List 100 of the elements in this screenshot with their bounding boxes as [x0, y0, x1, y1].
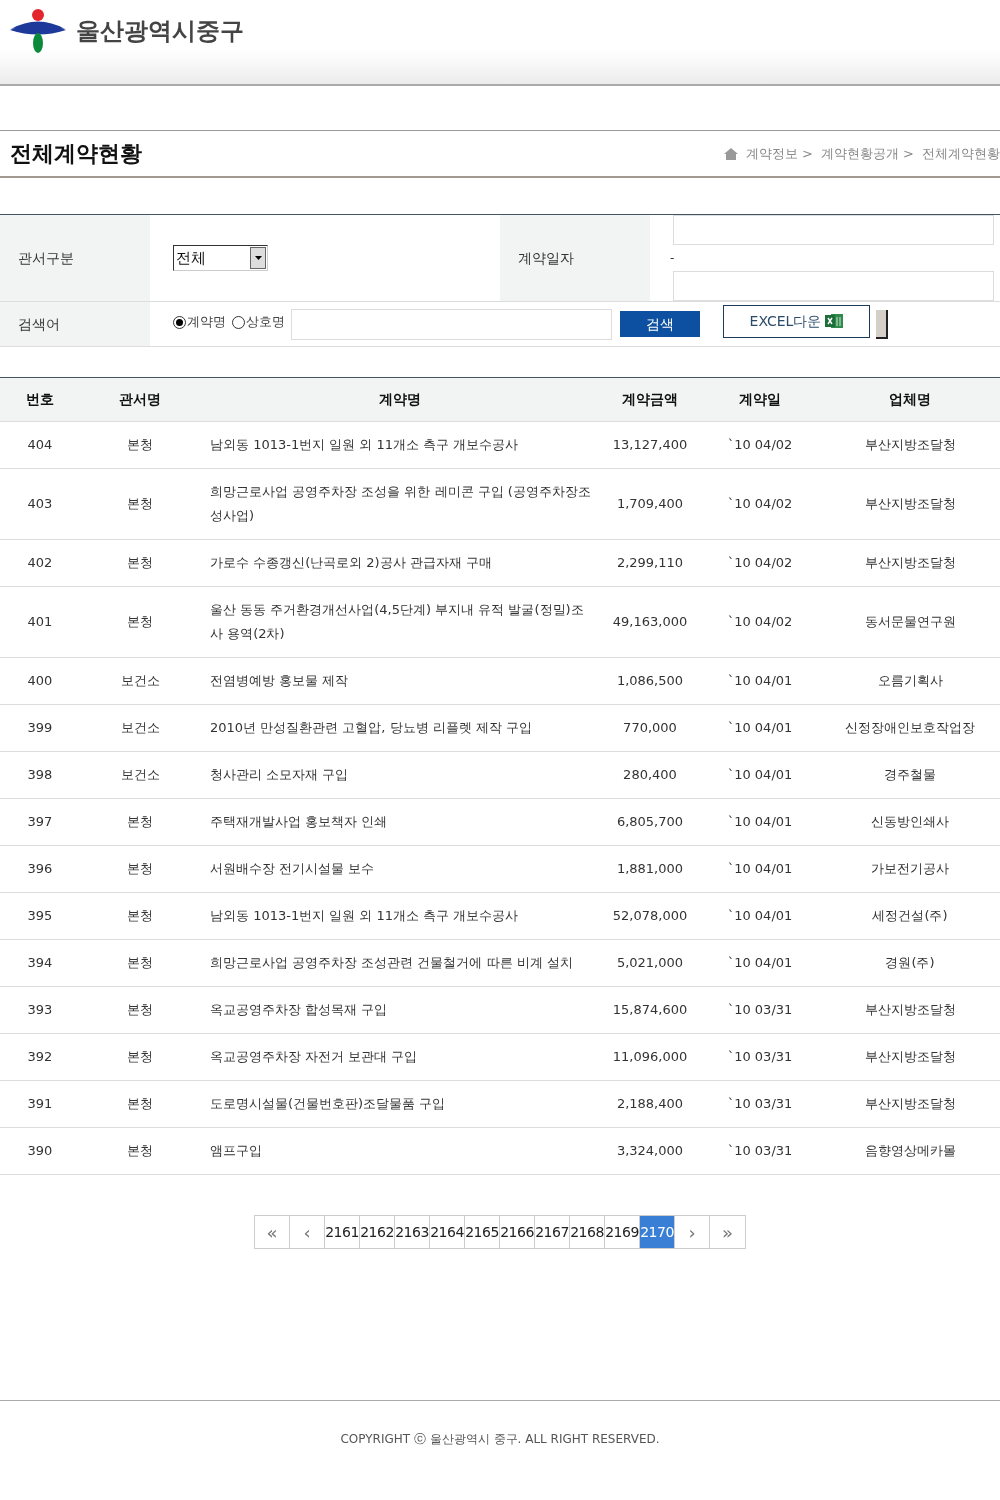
last-page-button[interactable]: »	[710, 1216, 745, 1248]
page-button[interactable]: 2170	[640, 1216, 675, 1248]
end-date-field[interactable]	[673, 271, 994, 301]
table-cell-text: 부산지방조달청	[863, 1095, 957, 1113]
table-cell-text: 부산지방조달청	[863, 1001, 957, 1019]
table-cell-text: 5,021,000	[615, 954, 685, 972]
office-select[interactable]: 전체	[173, 245, 268, 271]
table-cell-text: `10 04/01	[726, 672, 794, 690]
start-date-field[interactable]	[673, 215, 994, 245]
field-label: 검색어	[18, 314, 60, 334]
page-button[interactable]: 2162	[360, 1216, 395, 1248]
table-cell-text: `10 04/02	[726, 554, 794, 572]
contract-name-cell-text: 앰프구입	[209, 1142, 263, 1160]
column-header: 업체명	[888, 390, 932, 409]
table-cell-text: `10 04/01	[726, 860, 794, 878]
home-icon	[723, 147, 738, 160]
table-cell-text: 세정건설(주)	[871, 907, 949, 925]
table-cell-text: 1,086,500	[615, 672, 685, 690]
search-field[interactable]	[291, 308, 612, 340]
table-cell-text: 1,881,000	[615, 860, 685, 878]
table-cell-text: `10 03/31	[726, 1001, 794, 1019]
table-cell-text: 보건소	[119, 766, 161, 784]
copyright-text: COPYRIGHT ⓒ 울산광역시 중구. ALL RIGHT RESERVED.	[340, 1431, 660, 1448]
table-cell-text: 가보전기공사	[870, 860, 950, 878]
table-cell-text: 397	[26, 813, 54, 831]
contract-name-cell-text: 울산 동동 주거환경개선사업(4,5단계) 부지내 유적 발굴(정밀)조사 용역(2차)	[209, 601, 585, 643]
table-cell-text: 396	[26, 860, 54, 878]
site-title: 울산광역시중구	[76, 16, 244, 47]
table-cell-text: 본청	[126, 813, 154, 831]
column-header: 계약일	[738, 390, 782, 409]
table-cell-text: 동서문물연구원	[863, 613, 957, 631]
table-cell-text: 400	[26, 672, 54, 690]
contract-name-cell-text: 전염병예방 홍보물 제작	[209, 672, 350, 690]
table-cell-text: `10 04/01	[726, 719, 794, 737]
page-button[interactable]: 2167	[535, 1216, 570, 1248]
table-cell-text: 394	[26, 954, 54, 972]
table-cell-text: `10 03/31	[726, 1142, 794, 1160]
column-header: 계약명	[378, 390, 422, 409]
contract-name-cell-text: 주택재개발사업 홍보책자 인쇄	[209, 813, 389, 831]
table-cell-text: 13,127,400	[611, 436, 689, 454]
excel-download-button[interactable]: EXCEL다운	[723, 304, 870, 338]
table-cell-text: 부산지방조달청	[863, 1048, 957, 1066]
table-cell-text: 6,805,700	[615, 813, 685, 831]
table-cell-text: `10 03/31	[726, 1095, 794, 1113]
breadcrumb-link[interactable]: 계약정보 >	[745, 143, 813, 164]
table-cell-text: 본청	[126, 1142, 154, 1160]
table-cell-text: `10 04/02	[726, 436, 794, 454]
table-cell-text: 부산지방조달청	[863, 554, 957, 572]
table-cell-text: 본청	[126, 1048, 154, 1066]
table-cell-text: 오름기획사	[876, 672, 944, 690]
table-cell-text: `10 04/01	[726, 907, 794, 925]
breadcrumb-link[interactable]: 계약현황공개 >	[820, 143, 914, 164]
next-page-button[interactable]: ›	[675, 1216, 710, 1248]
table-cell-text: 부산지방조달청	[863, 495, 957, 513]
previous-page-button[interactable]: ‹	[290, 1216, 325, 1248]
contract-name-cell-text: 도로명시설물(건물번호판)조달물품 구입	[209, 1095, 447, 1113]
radio-option[interactable]: 상호명	[232, 312, 285, 332]
table-cell-text: 본청	[126, 860, 154, 878]
table-cell-text: 15,874,600	[611, 1001, 689, 1019]
column-header: 계약금액	[621, 390, 679, 409]
table-cell-text: 398	[26, 766, 54, 784]
contract-name-cell-text: 청사관리 소모자재 구입	[209, 766, 350, 784]
table-cell-text: 399	[26, 719, 54, 737]
table-cell-text: 경주철물	[883, 766, 937, 784]
first-page-button[interactable]: «	[255, 1216, 290, 1248]
table-cell-text: 경원(주)	[884, 954, 936, 972]
table-cell-text: 보건소	[119, 719, 161, 737]
page-button[interactable]: 2163	[395, 1216, 430, 1248]
table-cell-text: 404	[26, 436, 54, 454]
page-button[interactable]: 2166	[500, 1216, 535, 1248]
table-cell-text: 52,078,000	[611, 907, 689, 925]
table-cell-text: 본청	[126, 554, 154, 572]
table-cell-text: 본청	[126, 613, 154, 631]
page-button[interactable]: 2168	[570, 1216, 605, 1248]
contract-name-cell-text: 옥교공영주차장 합성목재 구입	[209, 1001, 389, 1019]
table-cell-text: 본청	[126, 495, 154, 513]
table-cell-text: 본청	[126, 954, 154, 972]
spreadsheet-icon	[825, 313, 844, 329]
table-cell-text: 본청	[126, 436, 154, 454]
page-button[interactable]: 2161	[325, 1216, 360, 1248]
table-cell-text: 392	[26, 1048, 54, 1066]
search-button[interactable]: 검색	[620, 311, 700, 337]
page-button[interactable]: 2164	[430, 1216, 465, 1248]
table-cell-text: 부산지방조달청	[863, 436, 957, 454]
breadcrumb-link[interactable]: 전체계약현황	[922, 143, 1000, 164]
table-cell-text: 402	[26, 554, 54, 572]
contract-name-cell-text: 희망근로사업 공영주차장 조성관련 건물철거에 따른 비계 설치	[209, 954, 574, 972]
table-cell-text: 403	[26, 495, 54, 513]
radio-option[interactable]: 계약명	[173, 312, 226, 332]
scroll-handle[interactable]	[876, 309, 888, 339]
table-cell-text: 신동방인쇄사	[870, 813, 950, 831]
field-label: 계약일자	[518, 248, 574, 268]
table-cell-text: 401	[26, 613, 54, 631]
contract-name-cell-text: 서원배수장 전기시설물 보수	[209, 860, 376, 878]
page-button[interactable]: 2165	[465, 1216, 500, 1248]
table-cell-text: `10 04/02	[726, 613, 794, 631]
table-cell-text: 770,000	[622, 719, 678, 737]
table-cell-text: 390	[26, 1142, 54, 1160]
table-cell-text: `10 04/01	[726, 813, 794, 831]
logo-icon	[10, 9, 66, 53]
